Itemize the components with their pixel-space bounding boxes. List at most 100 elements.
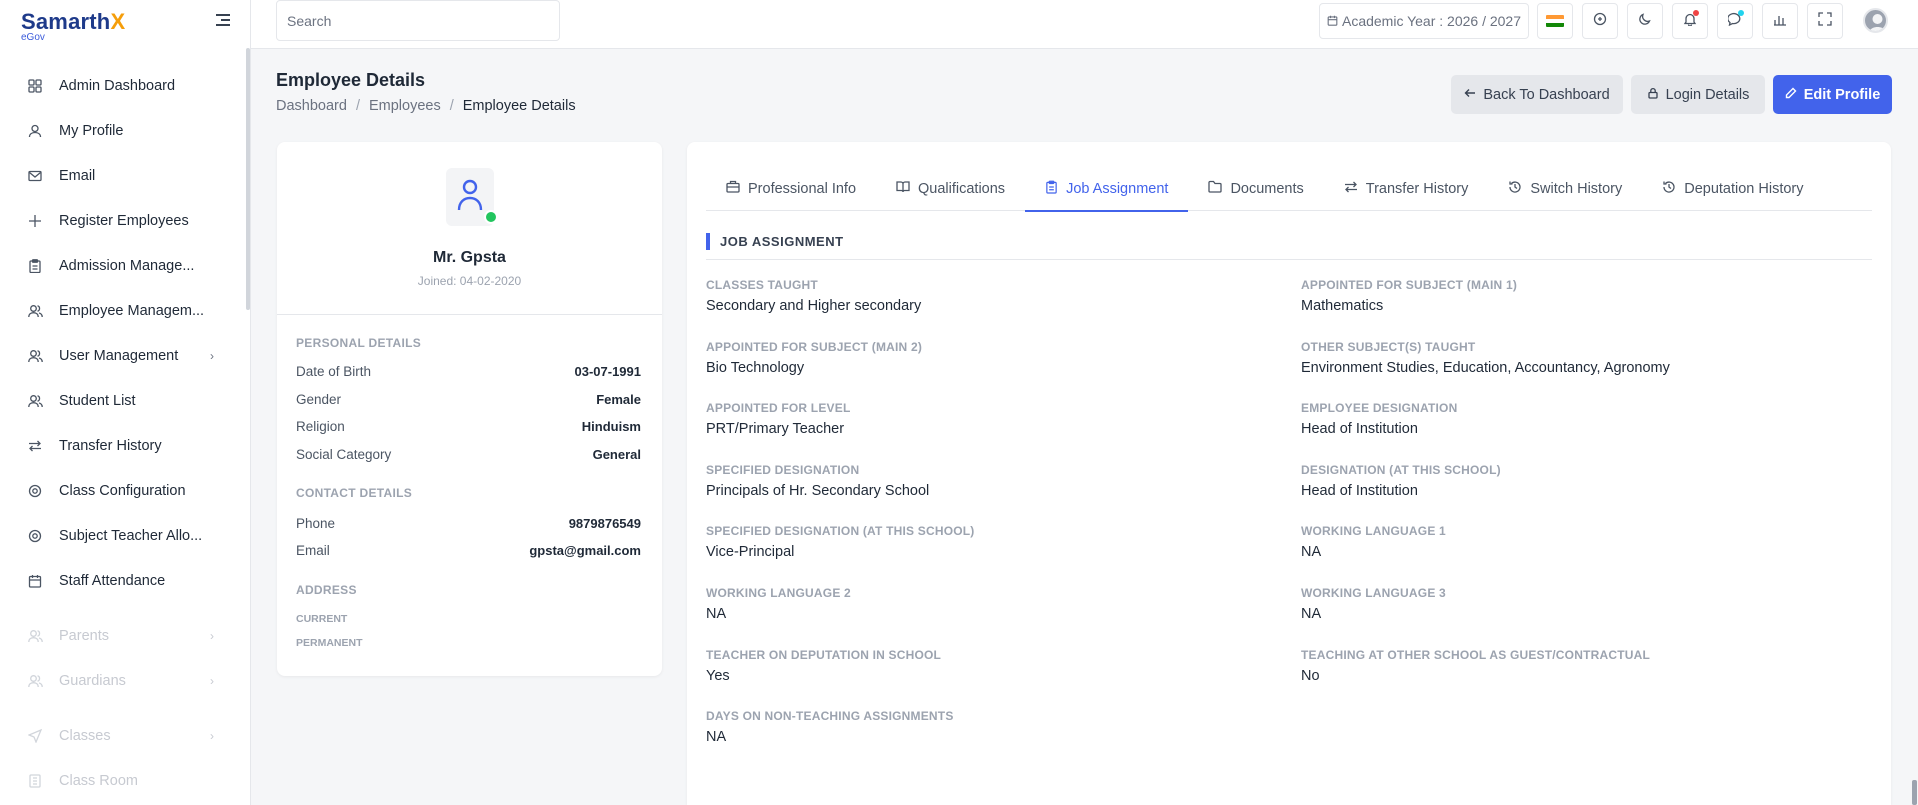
divider (277, 314, 662, 315)
joined-date: Joined: 04-02-2020 (417, 274, 522, 288)
theme-toggle-button[interactable] (1627, 3, 1663, 39)
tab-job-assignment[interactable]: Job Assignment (1025, 166, 1189, 212)
sidebar-item-parents[interactable]: Parents › (0, 613, 240, 658)
language-flag-button[interactable] (1537, 3, 1573, 39)
online-status-dot (484, 210, 498, 224)
field-appointed-subject-main-1: APPOINTED FOR SUBJECT (MAIN 1) Mathematic… (1301, 278, 1518, 314)
academic-year-selector[interactable]: Academic Year : 2026 / 2027 (1319, 3, 1529, 39)
sidebar-item-email[interactable]: Email (0, 153, 240, 198)
sidebar-item-employee-management[interactable]: Employee Managem... (0, 288, 240, 333)
breadcrumb-employees[interactable]: Employees (369, 98, 441, 114)
sidebar-item-label: Admission Manage... (59, 257, 195, 274)
tab-documents[interactable]: Documents (1188, 166, 1323, 211)
back-to-dashboard-button[interactable]: Back To Dashboard (1451, 75, 1623, 114)
sidebar-item-admin-dashboard[interactable]: Admin Dashboard (0, 63, 240, 108)
sidebar-item-admission-management[interactable]: Admission Manage... (0, 243, 240, 288)
user-avatar[interactable] (1863, 8, 1888, 33)
profile-avatar (446, 168, 498, 226)
field-teacher-on-deputation: TEACHER ON DEPUTATION IN SCHOOL Yes (706, 648, 942, 684)
breadcrumb-current: Employee Details (462, 98, 576, 114)
tab-transfer-history[interactable]: Transfer History (1324, 166, 1489, 211)
search-input[interactable] (276, 0, 560, 41)
tab-qualifications[interactable]: Qualifications (876, 166, 1025, 211)
building-icon (27, 773, 43, 789)
detail-row-gender: Gender Female (296, 392, 641, 407)
app-logo[interactable]: SamarthX eGov (21, 9, 125, 43)
address-current-label: CURRENT (296, 613, 348, 625)
messages-button[interactable] (1717, 3, 1753, 39)
sidebar-item-staff-attendance[interactable]: Staff Attendance (0, 558, 240, 603)
sidebar-item-transfer-history[interactable]: Transfer History (0, 423, 240, 468)
sidebar-item-subject-teacher-allocation[interactable]: Subject Teacher Allo... (0, 513, 240, 558)
sidebar-item-guardians[interactable]: Guardians › (0, 658, 240, 703)
top-bar: Academic Year : 2026 / 2027 (251, 0, 1918, 49)
clipboard-icon (1045, 180, 1058, 198)
dashboard-icon (27, 78, 43, 94)
folder-icon (1208, 180, 1223, 197)
login-details-button[interactable]: Login Details (1631, 75, 1765, 114)
sidebar-item-label: My Profile (59, 122, 124, 139)
sidebar-item-label: Guardians (59, 672, 126, 689)
field-other-subjects-taught: OTHER SUBJECT(S) TAUGHT Environment Studi… (1301, 340, 1670, 376)
sidebar-item-label: Class Room (59, 772, 138, 789)
breadcrumb-separator: / (449, 98, 454, 114)
sidebar-item-label: Student List (59, 392, 136, 409)
transfer-icon (27, 438, 43, 454)
sidebar-item-my-profile[interactable]: My Profile (0, 108, 240, 153)
transfer-icon (1344, 180, 1358, 198)
calendar-icon (27, 573, 43, 589)
lock-icon (1647, 87, 1659, 103)
bar-chart-icon (1773, 12, 1787, 31)
chevron-right-icon: › (210, 348, 214, 363)
field-appointed-for-level: APPOINTED FOR LEVEL PRT/Primary Teacher (706, 401, 851, 437)
field-teaching-other-school: TEACHING AT OTHER SCHOOL AS GUEST/CONTRA… (1301, 648, 1650, 684)
profile-card: Mr. Gpsta Joined: 04-02-2020 PERSONAL DE… (277, 142, 662, 676)
india-flag-icon (1546, 15, 1564, 27)
sidebar-item-student-list[interactable]: Student List (0, 378, 240, 423)
page-scrollbar[interactable] (1912, 780, 1917, 805)
sidebar-nav: Admin Dashboard My Profile Email Registe… (0, 63, 240, 803)
chevron-right-icon: › (210, 728, 214, 743)
tab-deputation-history[interactable]: Deputation History (1642, 166, 1823, 211)
field-specified-designation: SPECIFIED DESIGNATION Principals of Hr. S… (706, 463, 930, 499)
sidebar-item-class-configuration[interactable]: Class Configuration (0, 468, 240, 513)
settings-icon (27, 528, 43, 544)
menu-toggle-icon[interactable] (216, 14, 230, 26)
field-working-language-2: WORKING LANGUAGE 2 NA (706, 586, 851, 622)
address-heading: ADDRESS (296, 583, 357, 597)
page-title: Employee Details (276, 70, 426, 90)
book-icon (896, 180, 910, 197)
field-days-non-teaching: DAYS ON NON-TEACHING ASSIGNMENTS NA (706, 709, 954, 745)
sidebar-item-label: Employee Managem... (59, 302, 205, 319)
chevron-right-icon: › (210, 673, 214, 688)
history-icon (1662, 180, 1676, 198)
sidebar-item-label: Subject Teacher Allo... (59, 527, 203, 544)
breadcrumb-separator: / (355, 98, 360, 114)
personal-details-heading: PERSONAL DETAILS (296, 336, 422, 350)
tab-professional-info[interactable]: Professional Info (706, 166, 876, 211)
sidebar-item-register-employees[interactable]: Register Employees (0, 198, 240, 243)
fullscreen-button[interactable] (1807, 3, 1843, 39)
users-icon (27, 673, 43, 689)
moon-icon (1638, 12, 1652, 31)
tab-switch-history[interactable]: Switch History (1488, 166, 1642, 211)
breadcrumb-dashboard[interactable]: Dashboard (276, 98, 347, 114)
sidebar-item-label: Admin Dashboard (59, 77, 176, 94)
notifications-button[interactable] (1672, 3, 1708, 39)
sidebar-item-label: Class Configuration (59, 482, 186, 499)
users-icon (27, 628, 43, 644)
sidebar-scrollbar[interactable] (246, 48, 250, 310)
academic-year-label: Academic Year : 2026 / 2027 (1341, 13, 1522, 29)
analytics-button[interactable] (1762, 3, 1798, 39)
sidebar-item-label: Register Employees (59, 212, 189, 229)
sidebar-item-classes[interactable]: Classes › (0, 713, 240, 758)
refresh-button[interactable] (1582, 3, 1618, 39)
sidebar-item-class-room[interactable]: Class Room (0, 758, 240, 803)
contact-details-heading: CONTACT DETAILS (296, 486, 413, 500)
divider (706, 259, 1872, 260)
edit-profile-button[interactable]: Edit Profile (1773, 75, 1892, 114)
sidebar-item-user-management[interactable]: User Management › (0, 333, 240, 378)
settings-icon (27, 483, 43, 499)
mail-icon (27, 168, 43, 184)
field-specified-designation-at-school: SPECIFIED DESIGNATION (AT THIS SCHOOL) Vi… (706, 524, 975, 560)
